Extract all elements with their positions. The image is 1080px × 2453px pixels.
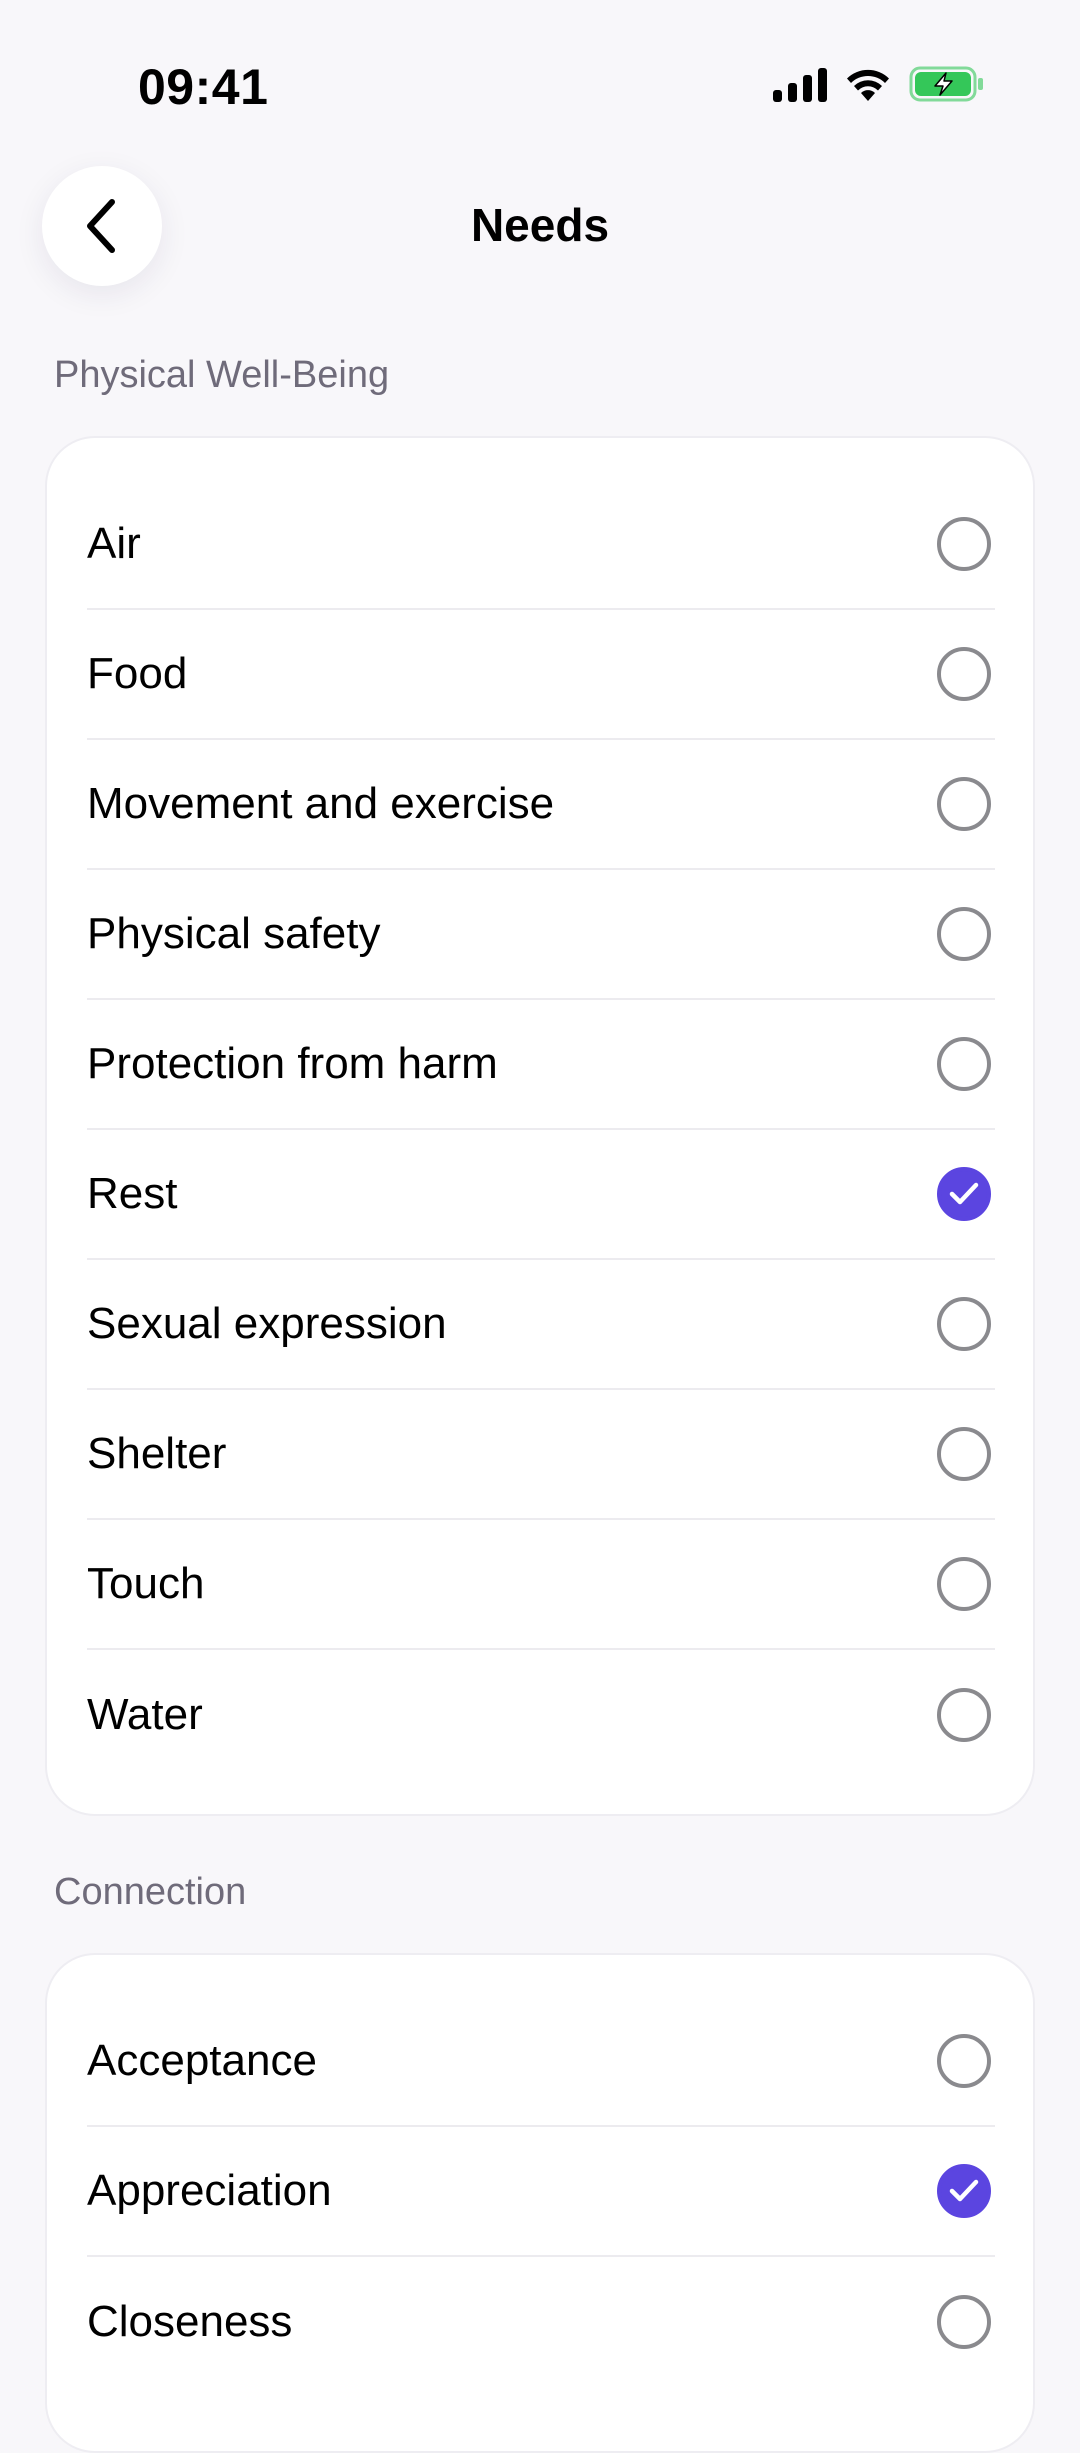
list-item[interactable]: Water xyxy=(87,1650,995,1780)
radio-button[interactable] xyxy=(937,777,991,831)
radio-button[interactable] xyxy=(937,1557,991,1611)
list-item-label: Water xyxy=(87,1690,203,1739)
section-label-physical-well-being: Physical Well-Being xyxy=(54,354,390,396)
radio-button[interactable] xyxy=(937,1297,991,1351)
connection-list: Acceptance Appreciation Closeness xyxy=(87,1997,995,2387)
list-item-label: Shelter xyxy=(87,1429,227,1478)
list-item[interactable]: Food xyxy=(87,610,995,740)
list-item[interactable]: Touch xyxy=(87,1520,995,1650)
checkmark-icon xyxy=(949,1182,979,1205)
list-item-label: Sexual expression xyxy=(87,1299,447,1348)
list-item-label: Acceptance xyxy=(87,2036,317,2085)
radio-button[interactable] xyxy=(937,1427,991,1481)
list-item-label: Appreciation xyxy=(87,2166,332,2215)
radio-button[interactable] xyxy=(937,1037,991,1091)
list-item-label: Movement and exercise xyxy=(87,779,555,828)
radio-button[interactable] xyxy=(937,647,991,701)
list-item-label: Protection from harm xyxy=(87,1039,498,1088)
checkmark-icon xyxy=(949,2179,979,2202)
list-item[interactable]: Rest xyxy=(87,1130,995,1260)
radio-button[interactable] xyxy=(937,517,991,571)
page-title: Needs xyxy=(470,199,610,251)
list-item[interactable]: Physical safety xyxy=(87,870,995,1000)
radio-button[interactable] xyxy=(937,907,991,961)
radio-button[interactable] xyxy=(937,2034,991,2088)
status-bar: 09:41 xyxy=(0,0,1080,170)
list-item[interactable]: Sexual expression xyxy=(87,1260,995,1390)
list-item-label: Touch xyxy=(87,1559,205,1608)
list-item[interactable]: Shelter xyxy=(87,1390,995,1520)
radio-button[interactable] xyxy=(937,2295,991,2349)
radio-button[interactable] xyxy=(937,2164,991,2218)
list-item[interactable]: Air xyxy=(87,480,995,610)
section-label-connection: Connection xyxy=(54,1871,247,1913)
list-item-label: Closeness xyxy=(87,2297,293,2346)
radio-button[interactable] xyxy=(937,1688,991,1742)
cellular-signal-icon xyxy=(773,66,827,102)
radio-button[interactable] xyxy=(937,1167,991,1221)
list-item[interactable]: Closeness xyxy=(87,2257,995,2387)
physical-well-being-list: Air Food Movement and exercise Physical … xyxy=(87,480,995,1780)
list-item[interactable]: Acceptance xyxy=(87,1997,995,2127)
wifi-icon xyxy=(847,69,889,101)
battery-charging-icon xyxy=(909,66,983,102)
list-item-label: Air xyxy=(87,519,141,568)
list-item-label: Physical safety xyxy=(87,909,381,958)
list-item[interactable]: Protection from harm xyxy=(87,1000,995,1130)
connection-card: Acceptance Appreciation Closeness xyxy=(45,1953,1035,2453)
status-time: 09:41 xyxy=(138,59,269,115)
physical-well-being-card: Air Food Movement and exercise Physical … xyxy=(45,436,1035,1816)
list-item-label: Food xyxy=(87,649,188,698)
status-icons xyxy=(773,66,985,102)
list-item-label: Rest xyxy=(87,1169,178,1218)
list-item[interactable]: Movement and exercise xyxy=(87,740,995,870)
list-item[interactable]: Appreciation xyxy=(87,2127,995,2257)
